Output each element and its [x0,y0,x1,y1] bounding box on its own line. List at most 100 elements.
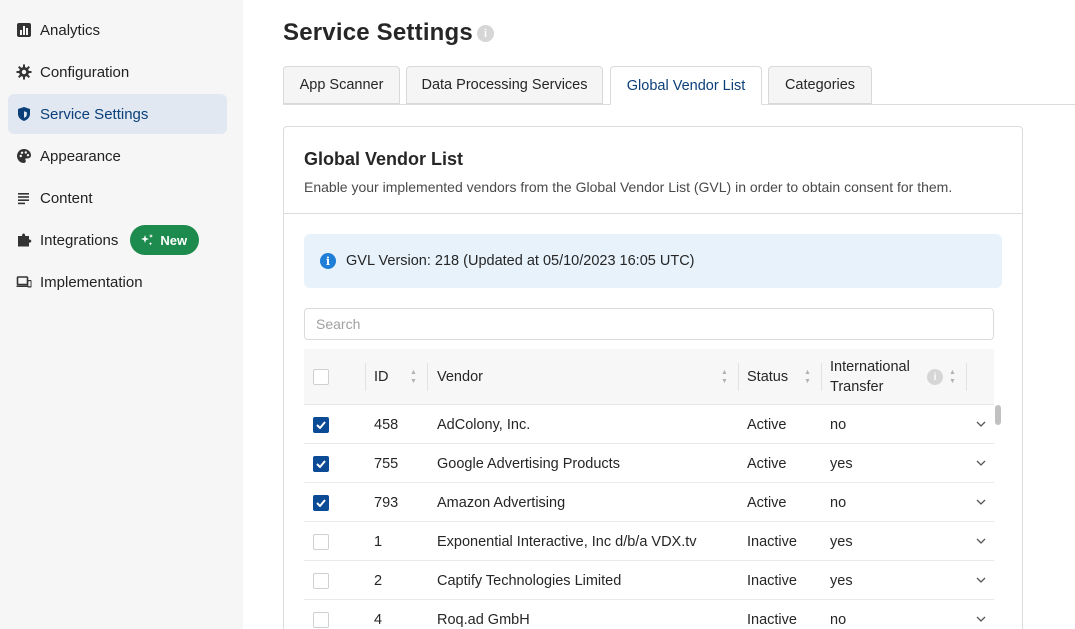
info-icon: i [927,369,943,385]
info-icon[interactable]: i [477,25,494,42]
gvl-version-alert: i GVL Version: 218 (Updated at 05/10/202… [304,234,1002,288]
search-input[interactable] [304,308,994,340]
cell-transfer: no [830,416,847,433]
cell-vendor: Exponential Interactive, Inc d/b/a VDX.t… [437,533,697,550]
cell-transfer: yes [830,533,853,550]
sidebar-item-analytics[interactable]: Analytics [8,10,227,50]
sort-icon[interactable]: ▲ ▼ [721,369,729,385]
table-row[interactable]: 458 AdColony, Inc. Active no [304,405,994,444]
cell-status: Active [747,455,787,472]
main-content: Service Settings i App Scanner Data Proc… [243,0,1075,629]
chevron-down-icon[interactable] [974,495,988,509]
column-divider [738,363,739,391]
sort-icon[interactable]: ▲ ▼ [410,369,418,385]
sidebar-item-label: Implementation [40,273,143,291]
column-header-id[interactable]: ID [374,349,389,405]
cell-status: Inactive [747,572,797,589]
row-checkbox[interactable] [313,561,329,600]
column-header-international-transfer[interactable]: International Transfer [830,349,910,405]
sidebar-item-label: Service Settings [40,105,149,123]
devices-icon [16,274,32,290]
panel-description: Enable your implemented vendors from the… [304,179,953,195]
sidebar-item-configuration[interactable]: Configuration [8,52,227,92]
sidebar-item-content[interactable]: Content [8,178,227,218]
sort-icon[interactable]: ▲ ▼ [804,369,812,385]
row-checkbox[interactable] [313,405,329,444]
checkmark-icon [316,420,326,429]
table-row[interactable]: 4 Roq.ad GmbH Inactive no [304,600,994,629]
tab-app-scanner[interactable]: App Scanner [283,66,400,104]
column-divider [365,363,366,391]
select-all-checkbox[interactable] [313,349,329,405]
table-row[interactable]: 755 Google Advertising Products Active y… [304,444,994,483]
sidebar: Analytics Configuration Service Settings… [0,0,243,629]
cell-id: 793 [374,494,399,511]
puzzle-icon [16,232,32,248]
cell-status: Active [747,416,787,433]
header-label-line: International [830,359,910,375]
table-header: ID ▲ ▼ Vendor ▲ ▼ Status ▲ ▼ International … [304,349,994,405]
sidebar-item-label: Integrations [40,231,119,249]
cell-transfer: yes [830,572,853,589]
gear-icon [16,64,32,80]
panel-title: Global Vendor List [304,149,464,169]
cell-status: Inactive [747,611,797,628]
cell-transfer: no [830,611,847,628]
sidebar-item-service-settings[interactable]: Service Settings [8,94,227,134]
cell-id: 1 [374,533,383,550]
palette-icon [16,148,32,164]
column-divider [821,363,822,391]
sidebar-item-label: Content [40,189,93,207]
alert-text: GVL Version: 218 (Updated at 05/10/2023 … [346,253,695,269]
chevron-down-icon[interactable] [974,573,988,587]
header-label-line: Transfer [830,379,884,395]
sidebar-item-label: Configuration [40,63,130,81]
sidebar-item-label: Appearance [40,147,121,165]
cell-transfer: yes [830,455,853,472]
cell-transfer: no [830,494,847,511]
table-row[interactable]: 793 Amazon Advertising Active no [304,483,994,522]
transfer-info-icon[interactable]: i [927,349,943,405]
cell-id: 755 [374,455,399,472]
shield-icon [16,106,32,122]
sidebar-item-appearance[interactable]: Appearance [8,136,227,176]
new-badge: New [130,225,200,255]
tab-data-processing-services[interactable]: Data Processing Services [406,66,603,104]
chevron-down-icon[interactable] [974,612,988,626]
sparkle-icon [141,234,154,246]
sidebar-item-implementation[interactable]: Implementation [8,262,227,302]
sort-icon[interactable]: ▲ ▼ [949,369,957,385]
sidebar-item-label: Analytics [40,21,101,39]
row-checkbox[interactable] [313,444,329,483]
cell-vendor: Google Advertising Products [437,455,620,472]
vendor-table: ID ▲ ▼ Vendor ▲ ▼ Status ▲ ▼ International … [304,349,994,629]
chevron-down-icon[interactable] [974,534,988,548]
row-checkbox[interactable] [313,483,329,522]
panel-header: Global Vendor List Enable your implement… [284,127,1022,214]
info-icon: i [320,253,336,269]
page-title: Service Settings [283,19,473,46]
cell-vendor: AdColony, Inc. [437,416,531,433]
checkmark-icon [316,498,326,507]
badge-label: New [160,232,188,248]
cell-id: 458 [374,416,399,433]
column-header-status[interactable]: Status [747,349,788,405]
cell-vendor: Roq.ad GmbH [437,611,530,628]
chevron-down-icon[interactable] [974,417,988,431]
tab-categories[interactable]: Categories [768,66,872,104]
column-header-vendor[interactable]: Vendor [437,349,483,405]
table-row[interactable]: 2 Captify Technologies Limited Inactive … [304,561,994,600]
row-checkbox[interactable] [313,600,329,629]
cell-vendor: Amazon Advertising [437,494,566,511]
analytics-icon [16,22,32,38]
tab-global-vendor-list[interactable]: Global Vendor List [610,66,762,105]
checkmark-icon [316,459,326,468]
cell-vendor: Captify Technologies Limited [437,572,622,589]
chevron-down-icon[interactable] [974,456,988,470]
row-checkbox[interactable] [313,522,329,561]
table-scrollbar[interactable] [995,405,1001,425]
cell-id: 4 [374,611,383,628]
column-divider [966,363,967,391]
table-row[interactable]: 1 Exponential Interactive, Inc d/b/a VDX… [304,522,994,561]
sidebar-item-integrations[interactable]: Integrations New [8,220,227,260]
